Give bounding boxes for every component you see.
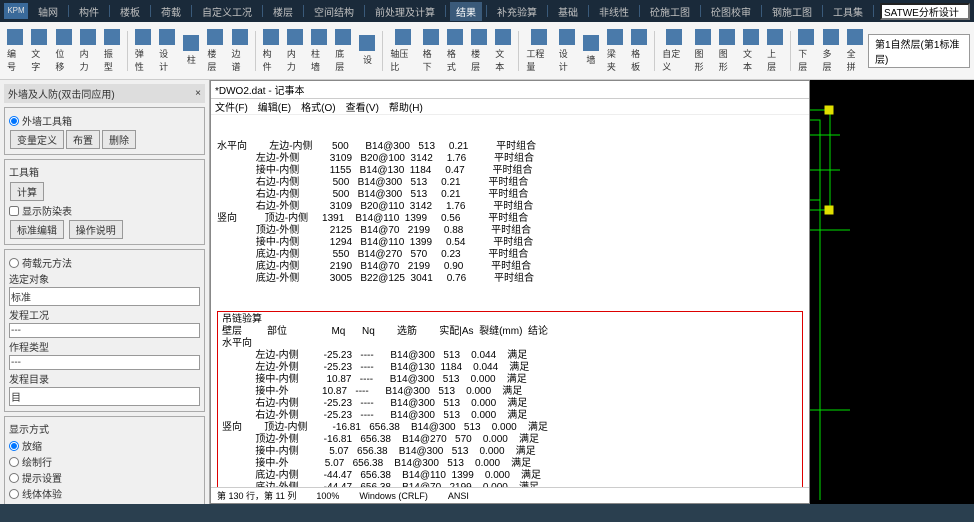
menu-tab-12[interactable]: 砼施工图 — [644, 2, 696, 21]
ribbon-btn-30[interactable]: 下层 — [795, 27, 817, 75]
close-icon[interactable]: × — [195, 88, 201, 99]
std-edit-button[interactable]: 标准编辑 — [10, 220, 64, 239]
wall-btn-2[interactable]: 删除 — [102, 130, 136, 149]
left-panel-title: 外墙及人防(双击同应用)× — [4, 84, 205, 103]
wall-btn-0[interactable]: 变量定义 — [10, 130, 64, 149]
menu-tab-11[interactable]: 非线性 — [593, 2, 635, 21]
ribbon-btn-18[interactable]: 楼层 — [468, 27, 490, 75]
ribbon-btn-23[interactable]: 梁夹 — [604, 27, 626, 75]
ribbon-btn-16[interactable]: 格下 — [420, 27, 442, 75]
combo-1[interactable]: --- — [9, 323, 200, 338]
ribbon-btn-7[interactable]: 柱 — [180, 33, 202, 68]
ribbon-btn-2[interactable]: 位移 — [52, 27, 74, 75]
menu-tab-13[interactable]: 砼图校审 — [705, 2, 757, 21]
ribbon: 编号文字位移内力振型弹性设计柱楼层边谱构件内力柱墙底层设轴压比格下格式楼层文本工… — [0, 22, 974, 80]
calc-button[interactable]: 计算 — [10, 182, 44, 201]
np-menu-3[interactable]: 查看(V) — [346, 99, 379, 114]
ribbon-btn-9[interactable]: 边谱 — [229, 27, 251, 75]
floor-pager[interactable]: 第1自然层(第1标准层) — [868, 34, 970, 68]
disp-r-0[interactable] — [9, 441, 19, 451]
ribbon-btn-13[interactable]: 底层 — [332, 27, 354, 75]
np-menu-1[interactable]: 编辑(E) — [258, 99, 291, 114]
menu-tab-1[interactable]: 构件 — [73, 2, 105, 21]
disp-r-3[interactable] — [9, 489, 19, 499]
ribbon-btn-6[interactable]: 设计 — [156, 27, 178, 75]
app-logo: KPM — [4, 3, 28, 19]
ribbon-btn-5[interactable]: 弹性 — [132, 27, 154, 75]
wall-btn-1[interactable]: 布置 — [66, 130, 100, 149]
notepad-status: 第 130 行，第 11 列100%Windows (CRLF)ANSI — [211, 487, 809, 503]
ribbon-btn-26[interactable]: 图形 — [692, 27, 714, 75]
np-menu-4[interactable]: 帮助(H) — [389, 99, 423, 114]
menu-tab-2[interactable]: 楼板 — [114, 2, 146, 21]
combo-0[interactable]: 标准 — [9, 287, 200, 306]
notepad-window: *DWO2.dat - 记事本 文件(F) 编辑(E) 格式(O) 查看(V) 帮助(H… — [210, 80, 810, 504]
title-bar: KPM 轴网构件楼板荷载自定义工况楼层空间结构前处理及计算结果补充验算基础非线性… — [0, 0, 974, 22]
ribbon-btn-1[interactable]: 文字 — [28, 27, 50, 75]
menu-tab-8[interactable]: 结果 — [450, 2, 482, 21]
ribbon-btn-21[interactable]: 设计 — [556, 27, 578, 75]
notepad-menu[interactable]: 文件(F) 编辑(E) 格式(O) 查看(V) 帮助(H) — [211, 99, 809, 115]
ribbon-btn-22[interactable]: 墙 — [580, 33, 602, 68]
design-mode-combo[interactable] — [880, 3, 970, 20]
ribbon-btn-11[interactable]: 内力 — [284, 27, 306, 75]
menu-tab-9[interactable]: 补充验算 — [491, 2, 543, 21]
np-menu-0[interactable]: 文件(F) — [215, 99, 248, 114]
ribbon-btn-25[interactable]: 自定义 — [659, 27, 689, 75]
ribbon-btn-19[interactable]: 文本 — [492, 27, 514, 75]
menu-tab-14[interactable]: 钢施工图 — [766, 2, 818, 21]
ribbon-btn-10[interactable]: 构件 — [260, 27, 282, 75]
ribbon-btn-20[interactable]: 工程量 — [523, 27, 553, 75]
ribbon-btn-28[interactable]: 文本 — [740, 27, 762, 75]
left-panel: 外墙及人防(双击同应用)× 外墙工具箱 变量定义布置删除 工具箱 计算 显示防染… — [0, 80, 210, 504]
ribbon-btn-4[interactable]: 振型 — [101, 27, 123, 75]
ribbon-btn-31[interactable]: 多层 — [819, 27, 841, 75]
menu-tab-15[interactable]: 工具集 — [827, 2, 869, 21]
disp-r-2[interactable] — [9, 473, 19, 483]
menu-tab-6[interactable]: 空间结构 — [308, 2, 360, 21]
ribbon-btn-15[interactable]: 轴压比 — [387, 27, 417, 75]
combo-2[interactable]: --- — [9, 355, 200, 370]
help-button[interactable]: 操作说明 — [69, 220, 123, 239]
np-menu-2[interactable]: 格式(O) — [301, 99, 335, 114]
ribbon-btn-24[interactable]: 格板 — [628, 27, 650, 75]
notepad-body[interactable]: 水平向 左边-内侧 500 B14@300 513 0.21 平时组合 左边-外… — [211, 115, 809, 487]
menu-tab-4[interactable]: 自定义工况 — [196, 2, 258, 21]
notepad-title: *DWO2.dat - 记事本 — [211, 81, 809, 99]
menu-tab-5[interactable]: 楼层 — [267, 2, 299, 21]
show-table-check[interactable] — [9, 206, 19, 216]
ribbon-btn-32[interactable]: 全拼 — [844, 27, 866, 75]
ribbon-btn-12[interactable]: 柱墙 — [308, 27, 330, 75]
ribbon-btn-8[interactable]: 楼层 — [204, 27, 226, 75]
ribbon-btn-14[interactable]: 设 — [356, 33, 378, 68]
menu-tab-10[interactable]: 基础 — [552, 2, 584, 21]
ribbon-btn-0[interactable]: 编号 — [4, 27, 26, 75]
ribbon-btn-17[interactable]: 格式 — [444, 27, 466, 75]
menu-tab-7[interactable]: 前处理及计算 — [369, 2, 441, 21]
radio-wall-toolbox[interactable] — [9, 116, 19, 126]
disp-r-1[interactable] — [9, 457, 19, 467]
menu-tab-3[interactable]: 荷载 — [155, 2, 187, 21]
combo-3[interactable]: 目 — [9, 387, 200, 406]
radio-load-method[interactable] — [9, 258, 19, 268]
toolbox-label: 工具箱 — [9, 164, 200, 179]
ribbon-btn-29[interactable]: 上层 — [764, 27, 786, 75]
display-mode-label: 显示方式 — [9, 421, 200, 436]
ribbon-btn-3[interactable]: 内力 — [77, 27, 99, 75]
menu-tab-0[interactable]: 轴网 — [32, 2, 64, 21]
ribbon-btn-27[interactable]: 图形 — [716, 27, 738, 75]
